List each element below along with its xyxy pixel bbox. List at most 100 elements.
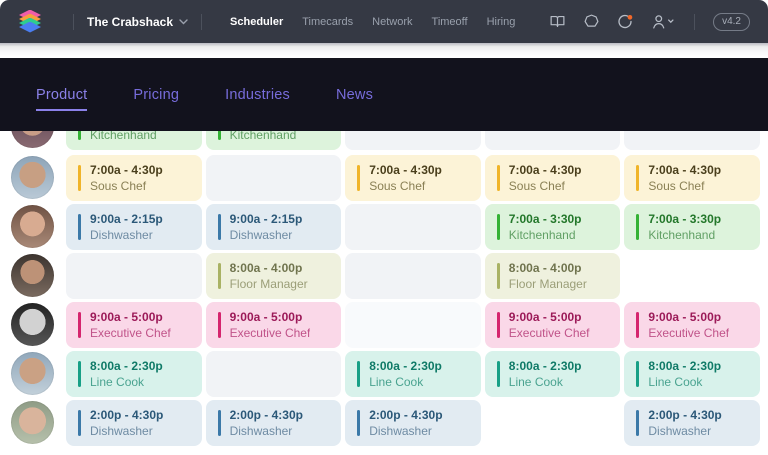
shift-role: Floor Manager	[230, 277, 308, 291]
empty-cell[interactable]	[624, 131, 760, 150]
company-switcher[interactable]: The Crabshack	[87, 15, 188, 29]
marketing-nav: Product Pricing Industries News	[0, 58, 768, 131]
shift-text: 2:00p - 4:30pDishwasher	[369, 408, 442, 438]
shift-card[interactable]: 2:00p - 4:30pDishwasher	[624, 400, 760, 446]
avatar-cell	[0, 351, 62, 397]
shift-card[interactable]: 8:00a - 2:30pLine Cook	[485, 351, 621, 397]
user-menu-icon[interactable]	[650, 13, 676, 31]
chevron-down-icon	[179, 19, 188, 25]
shift-text: 7:00a - 3:30pKitchenhand	[509, 212, 582, 242]
shift-card[interactable]: 7:00a - 4:30pSous Chef	[345, 155, 481, 201]
topbar-nav-timeoff[interactable]: Timeoff	[432, 16, 468, 28]
empty-cell[interactable]	[345, 131, 481, 150]
topbar-nav-scheduler[interactable]: Scheduler	[230, 16, 283, 28]
notification-dot	[628, 15, 633, 20]
shift-card[interactable]: 7:00a - 4:30pSous Chef	[485, 155, 621, 201]
shift-role: Sous Chef	[90, 179, 163, 193]
shift-time: 9:00a - 5:00p	[90, 310, 171, 325]
shift-card[interactable]: 7:00a - 3:30pKitchenhand	[624, 204, 760, 250]
shift-time: 9:00a - 5:00p	[230, 310, 311, 325]
shift-time: 8:00a - 2:30p	[90, 359, 163, 374]
shift-role: Dishwasher	[90, 424, 163, 438]
marketing-link-product[interactable]: Product	[36, 87, 87, 103]
shift-card[interactable]: 9:00a - 5:00pExecutive Chef	[624, 302, 760, 348]
shift-card[interactable]: 7:00a - 3:30pKitchenhand	[485, 204, 621, 250]
shift-card[interactable]: 8:00a - 2:30pLine Cook	[345, 351, 481, 397]
shift-text: 7:00a - 4:30pSous Chef	[369, 163, 442, 193]
shift-card[interactable]: 9:00a - 2:15pDishwasher	[206, 204, 342, 250]
marketing-link-pricing[interactable]: Pricing	[133, 87, 179, 103]
shift-text: 8:00a - 4:00pFloor Manager	[509, 261, 587, 291]
shift-card[interactable]: 2:00p - 4:30pDishwasher	[66, 400, 202, 446]
book-open-icon[interactable]	[548, 13, 566, 31]
empty-cell[interactable]	[345, 204, 481, 250]
shift-color-bar	[636, 214, 639, 240]
empty-cell[interactable]	[206, 351, 342, 397]
shift-color-bar	[218, 263, 221, 289]
avatar-cell	[0, 131, 62, 150]
shift-card[interactable]: 9:00a - 5:00pExecutive Chef	[485, 302, 621, 348]
avatar[interactable]	[11, 205, 54, 248]
shift-color-bar	[497, 312, 500, 338]
avatar[interactable]	[11, 156, 54, 199]
shift-time: 8:00a - 4:00p	[509, 261, 587, 276]
avatar-cell	[0, 253, 62, 299]
shift-card[interactable]: 8:00a - 2:30pLine Cook	[66, 351, 202, 397]
shift-card[interactable]: 2:00p - 4:30pDishwasher	[345, 400, 481, 446]
marketing-link-news[interactable]: News	[336, 87, 373, 103]
shift-card[interactable]: 7:00a - 4:30pSous Chef	[624, 155, 760, 201]
empty-cell[interactable]	[345, 302, 481, 348]
avatar[interactable]	[11, 303, 54, 346]
shift-card[interactable]: 8:00a - 4:00pFloor Manager	[206, 253, 342, 299]
empty-cell[interactable]	[206, 155, 342, 201]
topbar-nav-timecards[interactable]: Timecards	[302, 16, 353, 28]
empty-slot	[485, 400, 621, 446]
shift-time: 8:00a - 2:30p	[369, 359, 442, 374]
empty-cell[interactable]	[485, 131, 621, 150]
shift-time: 8:00a - 4:00p	[230, 261, 308, 276]
app-logo[interactable]	[0, 10, 60, 34]
shift-role: Dishwasher	[90, 228, 163, 242]
shift-color-bar	[78, 410, 81, 436]
shift-card[interactable]: Kitchenhand	[66, 131, 202, 150]
shift-card[interactable]: 2:00p - 4:30pDishwasher	[206, 400, 342, 446]
company-name: The Crabshack	[87, 15, 173, 29]
shift-color-bar	[218, 131, 221, 140]
shift-role: Line Cook	[648, 375, 721, 389]
shift-role: Dishwasher	[230, 424, 303, 438]
shift-time: 9:00a - 5:00p	[648, 310, 729, 325]
partial-row-clip: KitchenhandKitchenhand	[0, 131, 768, 150]
shift-role: Executive Chef	[230, 326, 311, 340]
topbar-actions: v4.2	[548, 13, 750, 31]
topbar-nav-hiring[interactable]: Hiring	[487, 16, 516, 28]
shift-color-bar	[357, 410, 360, 436]
shift-time: 2:00p - 4:30p	[369, 408, 442, 423]
gem-icon[interactable]	[582, 13, 600, 31]
shift-card[interactable]: 8:00a - 4:00pFloor Manager	[485, 253, 621, 299]
shift-text: 2:00p - 4:30pDishwasher	[648, 408, 721, 438]
shift-color-bar	[78, 131, 81, 140]
sync-notification-icon[interactable]	[616, 13, 634, 31]
shift-card[interactable]: 9:00a - 2:15pDishwasher	[66, 204, 202, 250]
empty-cell[interactable]	[66, 253, 202, 299]
shift-card[interactable]: 9:00a - 5:00pExecutive Chef	[66, 302, 202, 348]
shift-card[interactable]: 8:00a - 2:30pLine Cook	[624, 351, 760, 397]
empty-cell[interactable]	[345, 253, 481, 299]
avatar[interactable]	[11, 401, 54, 444]
shift-role: Executive Chef	[648, 326, 729, 340]
avatar[interactable]	[11, 352, 54, 395]
shift-time: 2:00p - 4:30p	[648, 408, 721, 423]
avatar[interactable]	[11, 254, 54, 297]
shift-card[interactable]: Kitchenhand	[206, 131, 342, 150]
shift-card[interactable]: 7:00a - 4:30pSous Chef	[66, 155, 202, 201]
shift-text: 9:00a - 5:00pExecutive Chef	[230, 310, 311, 340]
avatar[interactable]	[11, 131, 54, 148]
marketing-link-industries[interactable]: Industries	[225, 87, 290, 103]
avatar-cell	[0, 302, 62, 348]
schedule-row: 8:00a - 4:00pFloor Manager8:00a - 4:00pF…	[0, 253, 768, 299]
shift-time: 9:00a - 5:00p	[509, 310, 590, 325]
shift-text: 9:00a - 2:15pDishwasher	[230, 212, 303, 242]
shift-card[interactable]: 9:00a - 5:00pExecutive Chef	[206, 302, 342, 348]
topbar-nav-network[interactable]: Network	[372, 16, 412, 28]
divider	[73, 14, 74, 30]
